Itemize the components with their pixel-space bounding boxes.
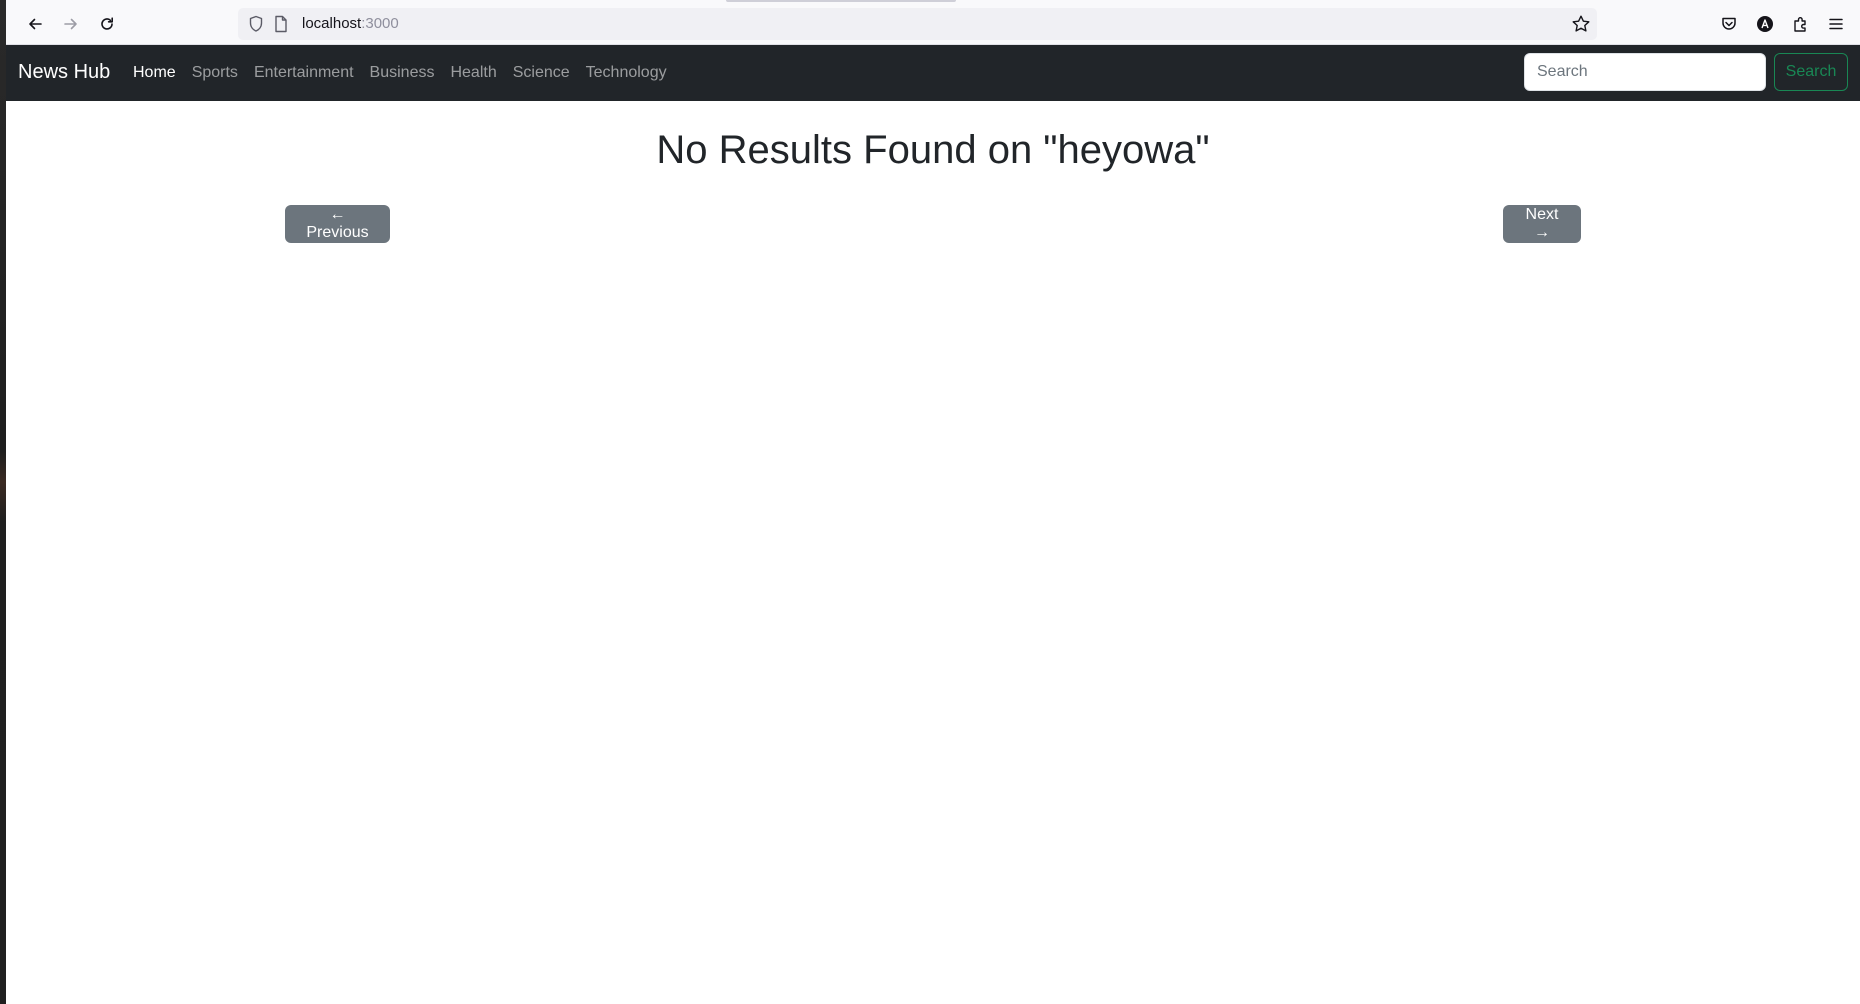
nav-link-sports[interactable]: Sports (192, 63, 238, 83)
nav-link-health[interactable]: Health (450, 63, 496, 83)
nav-link-business[interactable]: Business (370, 63, 435, 83)
forward-button[interactable] (56, 10, 86, 38)
browser-toolbar: localhost:3000 (6, 0, 1860, 45)
nav-link-entertainment[interactable]: Entertainment (254, 63, 354, 83)
reload-icon (101, 17, 113, 30)
menu-button[interactable] (1824, 12, 1848, 36)
search-button[interactable]: Search (1774, 53, 1848, 91)
url-host: localhost (302, 15, 362, 32)
page-icon (274, 15, 288, 38)
reload-button[interactable] (92, 10, 122, 38)
account-button[interactable] (1753, 12, 1777, 36)
tab-strip-indicator (726, 0, 956, 2)
account-avatar-icon (1757, 16, 1773, 32)
bookmark-star-icon[interactable] (1571, 14, 1591, 39)
arrow-right-icon (64, 18, 77, 30)
browser-window: localhost:3000 News Hub Home Sports Ente… (6, 0, 1860, 1004)
search-input[interactable] (1524, 53, 1766, 91)
brand-logo-text[interactable]: News Hub (18, 60, 110, 84)
nav-links: Home Sports Entertainment Business Healt… (133, 63, 667, 83)
previous-page-button[interactable]: ← Previous (285, 205, 390, 243)
arrow-left-icon (29, 18, 42, 30)
pocket-icon (1722, 17, 1736, 30)
pocket-button[interactable] (1717, 12, 1741, 36)
shield-icon[interactable] (248, 15, 264, 38)
nav-link-science[interactable]: Science (513, 63, 570, 83)
hamburger-menu-icon (1829, 18, 1843, 30)
back-button[interactable] (20, 10, 50, 38)
nav-link-home[interactable]: Home (133, 63, 176, 83)
puzzle-icon (1794, 17, 1806, 32)
url-text[interactable]: localhost:3000 (302, 15, 399, 33)
page-title: No Results Found on "heyowa" (656, 128, 1210, 172)
extensions-button[interactable] (1789, 12, 1813, 36)
nav-link-technology[interactable]: Technology (586, 63, 667, 83)
next-page-button[interactable]: Next → (1503, 205, 1581, 243)
url-port: :3000 (361, 15, 399, 32)
url-bar[interactable]: localhost:3000 (238, 8, 1597, 40)
site-navbar: News Hub Home Sports Entertainment Busin… (6, 45, 1860, 101)
